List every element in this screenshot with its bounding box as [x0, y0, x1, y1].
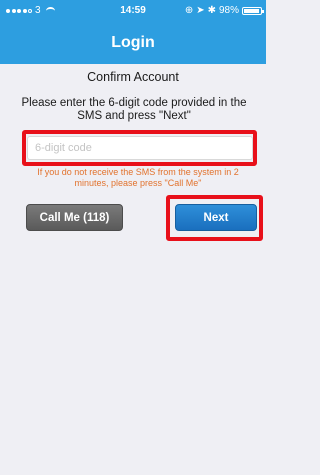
- sms-hint-text: If you do not receive the SMS from the s…: [37, 167, 239, 188]
- code-input[interactable]: [27, 136, 253, 160]
- next-button[interactable]: Next: [175, 204, 257, 231]
- call-me-button[interactable]: Call Me (118): [26, 204, 123, 231]
- battery-percent: 98%: [218, 5, 239, 16]
- instructions-text: Please enter the 6-digit code provided i…: [21, 97, 247, 122]
- status-bar: 3 14:59 ⊕ ➤ ✱ 98%: [0, 0, 266, 22]
- lock-rotation-icon: ⊕: [184, 5, 194, 16]
- location-icon: ➤: [196, 5, 205, 16]
- section-title: Confirm Account: [87, 70, 179, 84]
- bluetooth-icon: ✱: [207, 5, 216, 16]
- battery-icon: [242, 6, 264, 15]
- nav-bar: Login: [0, 22, 266, 64]
- page-title: Login: [111, 34, 155, 51]
- status-right: ⊕ ➤ ✱ 98%: [184, 5, 264, 16]
